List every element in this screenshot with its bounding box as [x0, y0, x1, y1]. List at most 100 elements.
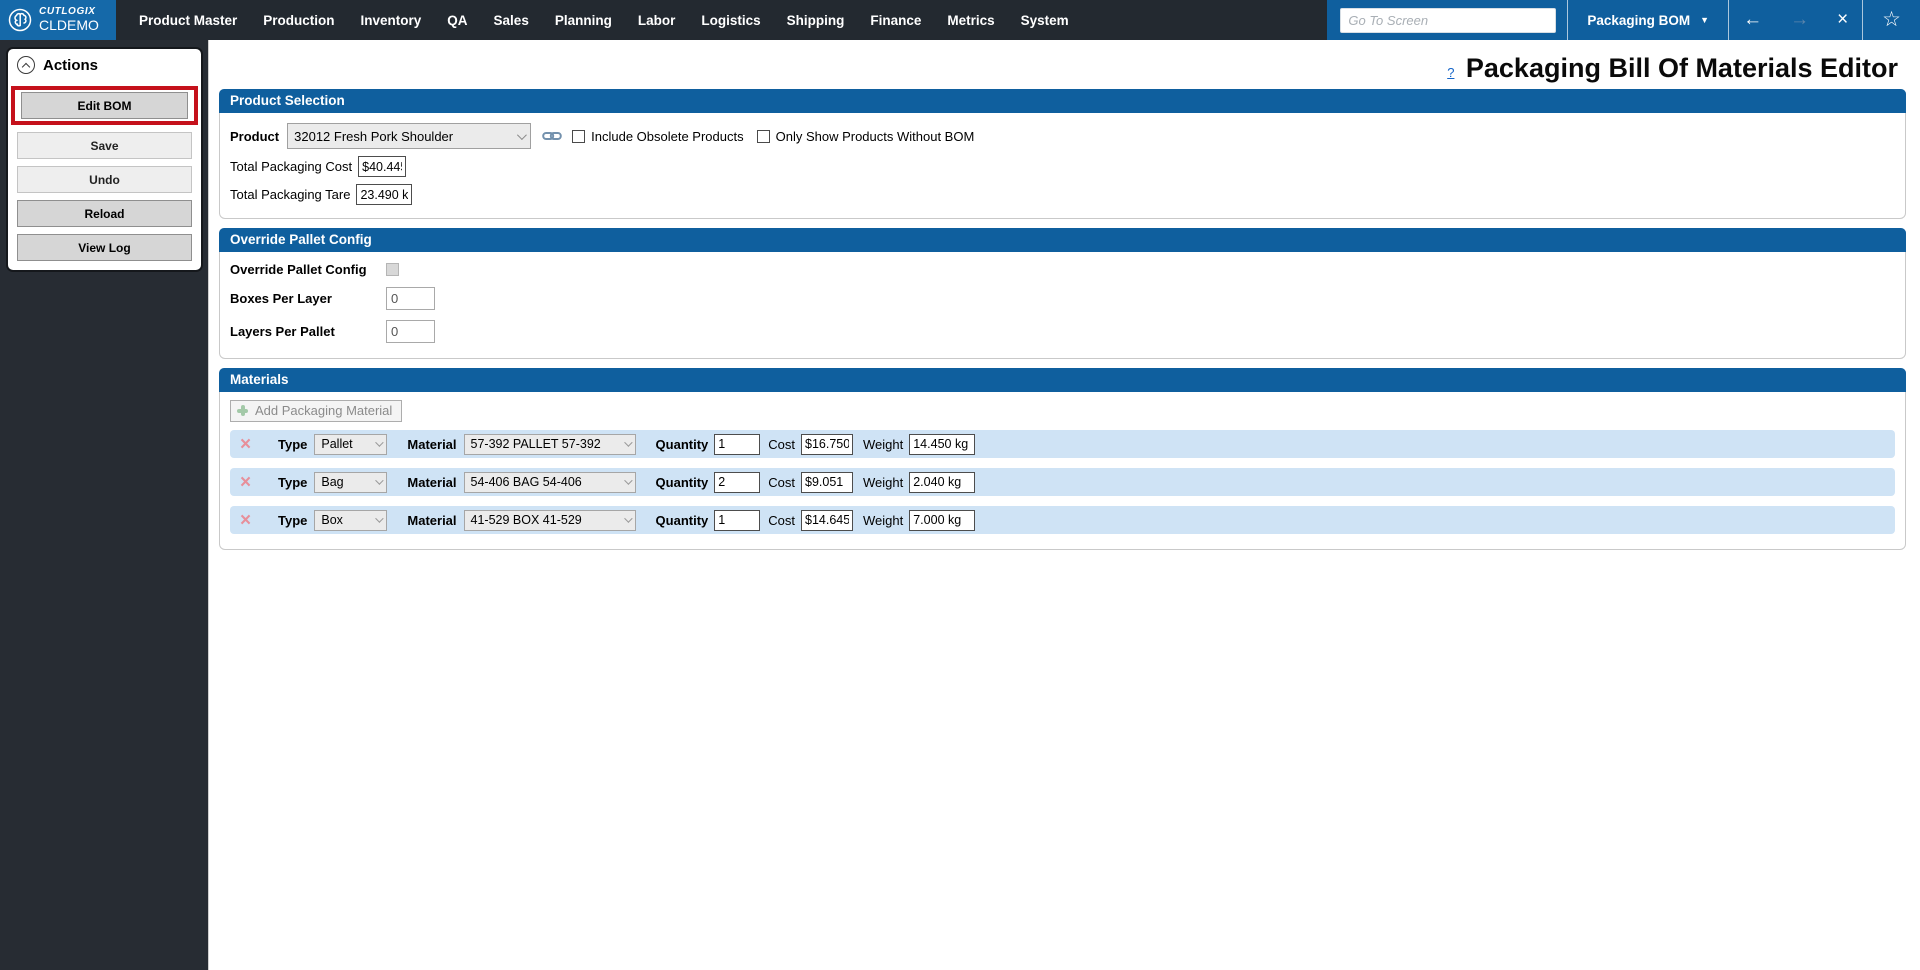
app-logo: CUTLOGIX CLDEMO — [0, 0, 116, 40]
forward-arrow-icon: → — [1790, 9, 1810, 30]
override-pallet-config-header: Override Pallet Config — [219, 228, 1906, 252]
materials-section: Materials Add Packaging Material × Type … — [219, 368, 1906, 550]
cost-input[interactable] — [801, 509, 853, 531]
sidebar: Actions Edit BOM Save Undo Reload View L… — [0, 40, 208, 970]
total-packaging-cost-label: Total Packaging Cost — [230, 159, 353, 174]
main-menu: Product Master Production Inventory QA S… — [126, 0, 1082, 40]
only-without-bom-label: Only Show Products Without BOM — [775, 128, 975, 144]
screen-selector-dropdown[interactable]: Packaging BOM ▼ — [1568, 13, 1728, 28]
collapse-chevron-up-icon[interactable] — [17, 56, 35, 74]
menu-item-planning[interactable]: Planning — [542, 13, 625, 28]
cost-input[interactable] — [801, 471, 853, 493]
menu-item-shipping[interactable]: Shipping — [774, 13, 858, 28]
delete-material-icon: × — [240, 433, 252, 455]
weight-label: Weight — [863, 474, 904, 490]
quantity-label: Quantity — [655, 436, 709, 452]
weight-label: Weight — [863, 436, 904, 452]
chevron-down-icon — [623, 438, 633, 447]
weight-input[interactable] — [909, 433, 976, 455]
menu-item-system[interactable]: System — [1008, 13, 1082, 28]
favorite-star-icon[interactable]: ☆ — [1863, 0, 1920, 40]
chevron-down-icon — [375, 476, 385, 485]
edit-bom-button[interactable]: Edit BOM — [21, 92, 188, 119]
view-log-button[interactable]: View Log — [17, 234, 192, 261]
override-pallet-config-checkbox — [386, 263, 399, 276]
material-select[interactable]: 57-392 PALLET 57-392 — [463, 433, 636, 455]
menu-item-logistics[interactable]: Logistics — [688, 13, 773, 28]
type-select[interactable]: Box — [314, 509, 388, 531]
material-label: Material — [407, 512, 457, 528]
type-select-value: Box — [321, 513, 343, 527]
boxes-per-layer-input — [386, 287, 435, 310]
menu-item-qa[interactable]: QA — [434, 13, 480, 28]
save-button: Save — [17, 132, 192, 159]
page-title: Packaging Bill Of Materials Editor — [1465, 53, 1898, 83]
weight-label: Weight — [863, 512, 904, 528]
type-label: Type — [278, 474, 308, 490]
material-label: Material — [407, 436, 457, 452]
menu-item-product-master[interactable]: Product Master — [126, 13, 250, 28]
plus-icon — [237, 405, 248, 416]
material-select-value: 41-529 BOX 41-529 — [470, 513, 582, 527]
brain-logo-icon — [8, 8, 32, 32]
product-label: Product — [230, 128, 280, 144]
delete-material-icon: × — [240, 471, 252, 493]
weight-input[interactable] — [909, 509, 976, 531]
close-icon[interactable]: × — [1823, 0, 1862, 40]
material-row: × Type Pallet Material 57-392 PALLET 57-… — [230, 430, 1895, 458]
actions-header: Actions — [8, 49, 201, 78]
layers-per-pallet-label: Layers Per Pallet — [230, 324, 335, 339]
product-select-value: 32012 Fresh Pork Shoulder — [294, 128, 454, 144]
goto-screen-input[interactable] — [1340, 7, 1557, 33]
product-selection-section: Product Selection Product 32012 Fresh Po… — [219, 89, 1906, 219]
type-select-value: Bag — [321, 475, 344, 489]
cost-label: Cost — [768, 436, 795, 452]
reload-button[interactable]: Reload — [17, 200, 192, 227]
chevron-down-icon — [623, 514, 633, 523]
include-obsolete-checkbox[interactable] — [572, 129, 586, 143]
delete-material-icon: × — [240, 509, 252, 531]
menu-item-production[interactable]: Production — [250, 13, 347, 28]
cost-label: Cost — [768, 512, 795, 528]
cost-input[interactable] — [801, 433, 853, 455]
total-packaging-tare-label: Total Packaging Tare — [230, 187, 351, 202]
layers-per-pallet-input — [386, 320, 435, 343]
type-label: Type — [278, 436, 308, 452]
environment-name: CLDEMO — [39, 16, 99, 33]
material-select[interactable]: 41-529 BOX 41-529 — [463, 509, 636, 531]
quantity-input[interactable] — [714, 509, 761, 531]
type-select[interactable]: Pallet — [314, 433, 388, 455]
back-arrow-icon[interactable]: ← — [1729, 0, 1776, 40]
type-select[interactable]: Bag — [314, 471, 388, 493]
menu-item-finance[interactable]: Finance — [857, 13, 934, 28]
type-select-value: Pallet — [321, 437, 353, 451]
weight-input[interactable] — [909, 471, 976, 493]
menu-item-labor[interactable]: Labor — [625, 13, 689, 28]
chevron-down-icon — [375, 514, 385, 523]
quantity-label: Quantity — [655, 512, 709, 528]
material-select-value: 54-406 BAG 54-406 — [470, 475, 582, 489]
only-without-bom-checkbox[interactable] — [756, 129, 770, 143]
quantity-label: Quantity — [655, 474, 709, 490]
type-label: Type — [278, 512, 308, 528]
total-packaging-cost-input[interactable] — [358, 156, 407, 177]
cost-label: Cost — [768, 474, 795, 490]
quantity-input[interactable] — [714, 471, 761, 493]
help-link[interactable]: ? — [1447, 65, 1454, 80]
undo-button: Undo — [17, 166, 192, 193]
quantity-input[interactable] — [714, 433, 761, 455]
menu-item-inventory[interactable]: Inventory — [348, 13, 435, 28]
main-content: ? Packaging Bill Of Materials Editor Pro… — [208, 40, 1920, 970]
chevron-down-icon — [623, 476, 633, 485]
total-packaging-tare-input[interactable] — [356, 184, 413, 205]
menu-item-sales[interactable]: Sales — [481, 13, 542, 28]
menu-item-metrics[interactable]: Metrics — [934, 13, 1007, 28]
material-row: × Type Bag Material 54-406 BAG 54-406 Qu… — [230, 468, 1895, 496]
topbar-right-tools: Packaging BOM ▼ ← → × ☆ — [1327, 0, 1920, 40]
link-icon[interactable] — [542, 130, 562, 142]
materials-header: Materials — [219, 368, 1906, 392]
boxes-per-layer-label: Boxes Per Layer — [230, 291, 332, 306]
material-select[interactable]: 54-406 BAG 54-406 — [463, 471, 636, 493]
product-select[interactable]: 32012 Fresh Pork Shoulder — [287, 123, 532, 149]
product-selection-header: Product Selection — [219, 89, 1906, 113]
